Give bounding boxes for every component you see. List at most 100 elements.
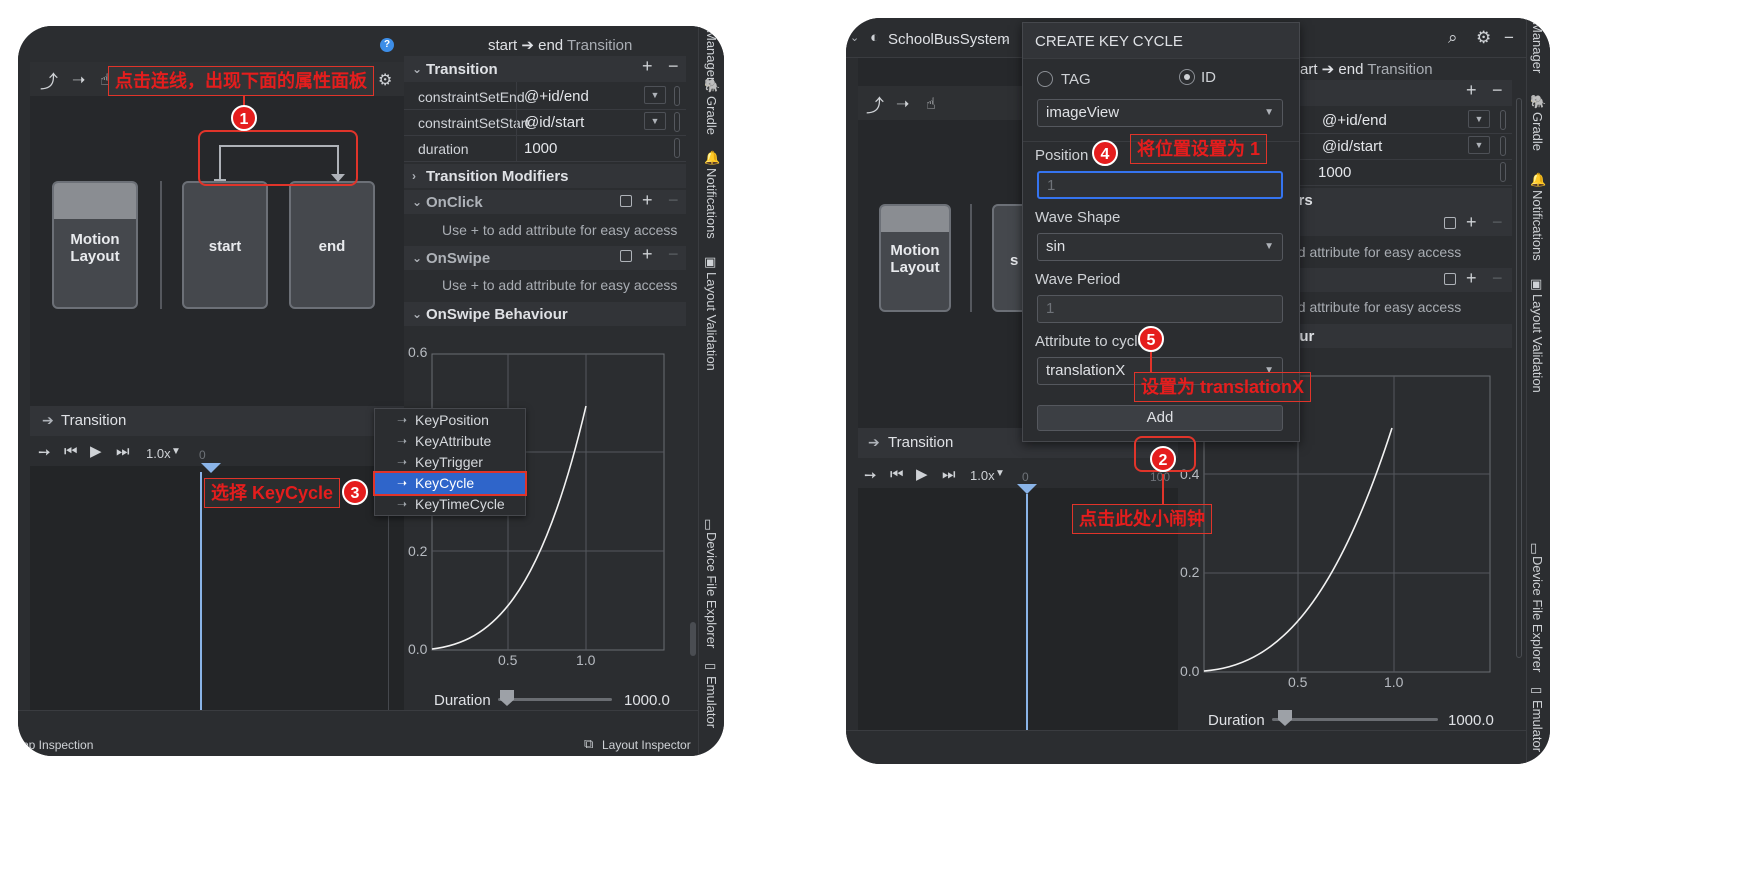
- add-icon[interactable]: +: [1466, 80, 1477, 101]
- chevron-down-icon[interactable]: ▼: [1468, 110, 1490, 128]
- side-tab-notifications[interactable]: Notifications: [704, 168, 719, 239]
- project-name[interactable]: SchoolBusSystem: [888, 31, 1010, 48]
- add-icon[interactable]: +: [642, 244, 653, 265]
- chevron-down-icon[interactable]: ▼: [1468, 136, 1490, 154]
- behaviour-section[interactable]: ⌄ OnSwipe Behaviour: [412, 300, 568, 328]
- side-tab-emulator[interactable]: Emulator: [1530, 700, 1545, 752]
- chevron-down-icon[interactable]: ▼: [644, 112, 666, 130]
- skip-start-icon[interactable]: ⏮: [64, 443, 78, 460]
- add-button[interactable]: Add: [1037, 405, 1283, 431]
- playhead[interactable]: [201, 463, 221, 473]
- bell-icon[interactable]: 🔔: [704, 150, 720, 166]
- onclick-checkbox[interactable]: [620, 195, 632, 207]
- layout-inspector-icon[interactable]: ⧉: [584, 736, 593, 752]
- motion-layout-node[interactable]: Motion Layout: [879, 204, 951, 312]
- side-tab-manager[interactable]: Manager: [704, 30, 719, 81]
- play-icon[interactable]: ▶: [916, 465, 928, 483]
- layout-validation-icon[interactable]: ▣: [1530, 276, 1542, 292]
- minimize-icon[interactable]: −: [1504, 28, 1514, 48]
- radio-tag[interactable]: [1037, 71, 1053, 87]
- speed-chevron-icon[interactable]: ▼: [171, 446, 181, 457]
- side-tab-device-file-explorer[interactable]: Device File Explorer: [1530, 556, 1545, 672]
- scrollbar[interactable]: [1500, 110, 1506, 130]
- speed-select[interactable]: 1.0x: [146, 446, 171, 461]
- app-inspection-tab[interactable]: pp Inspection: [22, 738, 93, 752]
- menu-item-keyattribute[interactable]: ➝ KeyAttribute: [375, 431, 525, 452]
- bell-icon[interactable]: 🔔: [1530, 172, 1546, 188]
- panel-scrollbar[interactable]: [1516, 98, 1522, 658]
- side-tab-gradle[interactable]: Gradle: [704, 96, 719, 135]
- position-input[interactable]: 1: [1037, 171, 1283, 199]
- remove-icon[interactable]: −: [668, 190, 679, 211]
- loop-icon[interactable]: ➙: [864, 466, 877, 484]
- create-transition-icon[interactable]: ➝: [72, 70, 85, 90]
- start-node[interactable]: start: [182, 181, 268, 309]
- remove-icon[interactable]: −: [668, 56, 679, 77]
- radio-id[interactable]: [1179, 69, 1195, 85]
- modifiers-section[interactable]: › Transition Modifiers: [412, 162, 569, 190]
- scrollbar[interactable]: [674, 86, 680, 106]
- chevron-down-icon[interactable]: ▼: [644, 86, 666, 104]
- attr-value[interactable]: 1000: [524, 140, 557, 157]
- wave-period-input[interactable]: 1: [1037, 295, 1283, 323]
- skip-end-icon[interactable]: ⏭: [116, 443, 130, 460]
- wave-shape-select[interactable]: sin ▼: [1037, 233, 1283, 261]
- settings-icon[interactable]: ⚙: [378, 70, 392, 90]
- attr-value[interactable]: @+id/end: [524, 88, 589, 105]
- add-icon[interactable]: +: [642, 56, 653, 77]
- onswipe-checkbox[interactable]: [1444, 273, 1456, 285]
- side-tab-layout-validation[interactable]: Layout Validation: [1530, 294, 1545, 393]
- layout-validation-icon[interactable]: ▣: [704, 254, 716, 270]
- remove-icon[interactable]: −: [1492, 212, 1503, 233]
- help-icon[interactable]: ?: [380, 38, 394, 52]
- duration-slider-track[interactable]: [498, 698, 612, 701]
- transition-section[interactable]: ⌄ Transition: [412, 55, 498, 83]
- create-constraint-icon[interactable]: ⤴: [866, 92, 884, 118]
- loop-icon[interactable]: ➙: [38, 443, 51, 461]
- attr-row-duration[interactable]: duration 1000: [404, 134, 686, 162]
- onclick-checkbox[interactable]: [1444, 217, 1456, 229]
- add-icon[interactable]: +: [1466, 212, 1477, 233]
- skip-start-icon[interactable]: ⏮: [890, 466, 904, 483]
- gradle-icon[interactable]: 🐘: [704, 78, 720, 94]
- layout-inspector-tab[interactable]: Layout Inspector: [602, 738, 691, 752]
- create-constraint-icon[interactable]: ⤴: [40, 68, 58, 94]
- attr-value[interactable]: @id/start: [524, 114, 584, 131]
- onswipe-checkbox[interactable]: [620, 250, 632, 262]
- attr-value[interactable]: @+id/end: [1322, 112, 1387, 129]
- remove-icon[interactable]: −: [668, 244, 679, 265]
- attr-value[interactable]: @id/start: [1322, 138, 1382, 155]
- menu-item-keycycle[interactable]: ➝ KeyCycle: [373, 471, 527, 496]
- scrollbar[interactable]: [674, 138, 680, 158]
- attr-row-constraintSetEnd[interactable]: constraintSetEnd @+id/end ▼: [404, 82, 686, 110]
- side-tab-layout-validation[interactable]: Layout Validation: [704, 272, 719, 371]
- attr-row-constraintSetStart[interactable]: constraintSetStart @id/start ▼: [404, 108, 686, 136]
- end-node[interactable]: end: [289, 181, 375, 309]
- playhead[interactable]: [1017, 484, 1037, 494]
- device-explorer-icon[interactable]: ▯: [1530, 540, 1537, 556]
- menu-item-keytimecycle[interactable]: ➝ KeyTimeCycle: [375, 494, 525, 515]
- add-icon[interactable]: +: [642, 190, 653, 211]
- emulator-icon[interactable]: ▭: [704, 658, 716, 674]
- scrollbar[interactable]: [1500, 162, 1506, 182]
- menu-item-keyposition[interactable]: ➝ KeyPosition: [375, 410, 525, 431]
- side-tab-gradle[interactable]: Gradle: [1530, 112, 1545, 151]
- id-select[interactable]: imageView ▼: [1037, 99, 1283, 127]
- play-icon[interactable]: ▶: [90, 442, 102, 460]
- gradle-icon[interactable]: 🐘: [1530, 94, 1546, 110]
- chevron-down-icon[interactable]: ⌄: [1000, 32, 1009, 45]
- remove-icon[interactable]: −: [1492, 268, 1503, 289]
- speed-select[interactable]: 1.0x: [970, 468, 995, 483]
- create-click-icon[interactable]: ☝: [926, 94, 936, 114]
- onswipe-section[interactable]: ⌄ OnSwipe: [412, 244, 490, 272]
- device-explorer-icon[interactable]: ▯: [704, 516, 711, 532]
- scrollbar[interactable]: [1500, 136, 1506, 156]
- side-tab-device-file-explorer[interactable]: Device File Explorer: [704, 532, 719, 648]
- scrollbar[interactable]: [674, 112, 680, 132]
- create-transition-icon[interactable]: ➝: [896, 94, 909, 114]
- remove-icon[interactable]: −: [1492, 80, 1503, 101]
- emulator-icon[interactable]: ▭: [1530, 682, 1542, 698]
- side-tab-manager[interactable]: Manager: [1530, 22, 1545, 73]
- menu-item-keytrigger[interactable]: ➝ KeyTrigger: [375, 452, 525, 473]
- chevron-down-icon[interactable]: ⌄: [850, 31, 859, 44]
